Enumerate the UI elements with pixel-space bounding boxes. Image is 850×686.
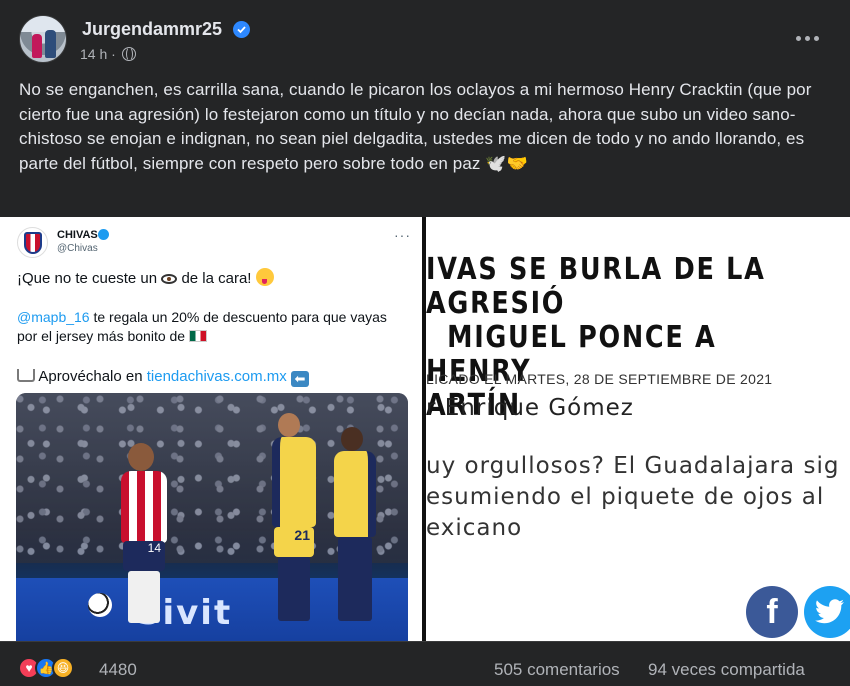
post-header: Jurgendammr25 14 h · — [0, 0, 850, 70]
mexico-flag-icon — [188, 330, 207, 342]
player-america — [272, 437, 316, 527]
more-options-button[interactable] — [792, 26, 822, 50]
haha-reaction-icon: 😆 — [52, 657, 74, 679]
article-author: r Enrique Gómez — [426, 395, 634, 421]
tweet-link: tiendachivas.com.mx — [146, 368, 287, 385]
player-legs — [338, 537, 372, 621]
post-media[interactable]: CHIVAS @Chivas ··· ¡Que no te cueste un … — [0, 217, 850, 641]
ball-icon — [88, 593, 112, 617]
news-article-screenshot: IVAS SE BURLA DE LA AGRESIÓ MIGUEL PONCE… — [426, 217, 850, 641]
tweet-line-3: Aprovéchalo en tiendachivas.com.mx ⬅ — [17, 368, 309, 387]
tweet-mention: @mapb_16 — [17, 309, 90, 325]
article-body-line-1: uy orgullosos? El Guadalajara sig — [426, 453, 840, 479]
tweet-line-1: ¡Que no te cueste un de la cara! — [17, 268, 274, 287]
tweet-line-3-text: Aprovéchalo en — [38, 368, 147, 385]
author-avatar[interactable] — [19, 15, 67, 63]
tweet-handle: @Chivas — [57, 243, 98, 254]
post-time[interactable]: 14 h · — [80, 46, 116, 62]
player-shorts: 21 — [274, 527, 314, 557]
tweet-line-1-text: ¡Que no te cueste un — [17, 270, 158, 287]
facebook-share-icon: f — [746, 586, 798, 638]
post-emoji-trail: 🕊️🤝 — [485, 153, 528, 173]
post-body: No se enganchen, es carrilla sana, cuand… — [19, 80, 812, 173]
eye-emoji-icon — [161, 274, 178, 285]
tweet-more-icon: ··· — [394, 227, 411, 243]
tweet-screenshot: CHIVAS @Chivas ··· ¡Que no te cueste un … — [0, 217, 422, 641]
player-head — [341, 427, 363, 451]
post-text: No se enganchen, es carrilla sana, cuand… — [19, 78, 834, 176]
chivas-logo-icon — [17, 227, 48, 258]
reaction-icons[interactable]: ♥ 👍 😆 — [18, 657, 74, 679]
shares-count[interactable]: 94 veces compartida — [648, 660, 805, 680]
player-head — [278, 413, 300, 437]
author-name[interactable]: Jurgendammr25 — [82, 19, 222, 40]
article-body: uy orgullosos? El Guadalajara sig esumie… — [426, 451, 850, 544]
tweet-account-name: CHIVAS — [57, 229, 98, 241]
tweet-photo: Sivit 14 21 — [16, 393, 408, 641]
tweet-line-2: @mapb_16 te regala un 20% de descuento p… — [17, 308, 407, 346]
article-date: LICADO EL MARTES, 28 DE SEPTIEMBRE DE 20… — [426, 371, 773, 387]
player-legs — [128, 571, 160, 623]
player-chivas — [121, 471, 167, 543]
comments-count[interactable]: 505 comentarios — [494, 660, 620, 680]
player-america — [334, 451, 376, 537]
post-footer: ♥ 👍 😆 4480 505 comentarios 94 veces comp… — [0, 641, 850, 686]
tweet-line-1-end: de la cara! — [181, 270, 252, 287]
twitter-share-icon — [804, 586, 850, 638]
cart-emoji-icon — [17, 369, 35, 382]
player-legs — [278, 557, 310, 621]
verified-badge-icon — [233, 21, 250, 38]
tweet-verified-icon — [98, 229, 109, 240]
wink-emoji-icon — [255, 268, 274, 286]
article-title-line-1: IVAS SE BURLA DE LA AGRESIÓ — [426, 252, 766, 321]
post-meta: 14 h · — [80, 46, 136, 62]
player-head — [128, 443, 154, 471]
left-arrow-emoji-icon: ⬅ — [290, 371, 309, 387]
player-shorts: 14 — [123, 541, 165, 571]
globe-icon — [121, 47, 136, 61]
article-body-line-3: exicano — [426, 515, 523, 541]
article-body-line-2: esumiendo el piquete de ojos al — [426, 484, 825, 510]
reaction-count[interactable]: 4480 — [99, 660, 137, 680]
